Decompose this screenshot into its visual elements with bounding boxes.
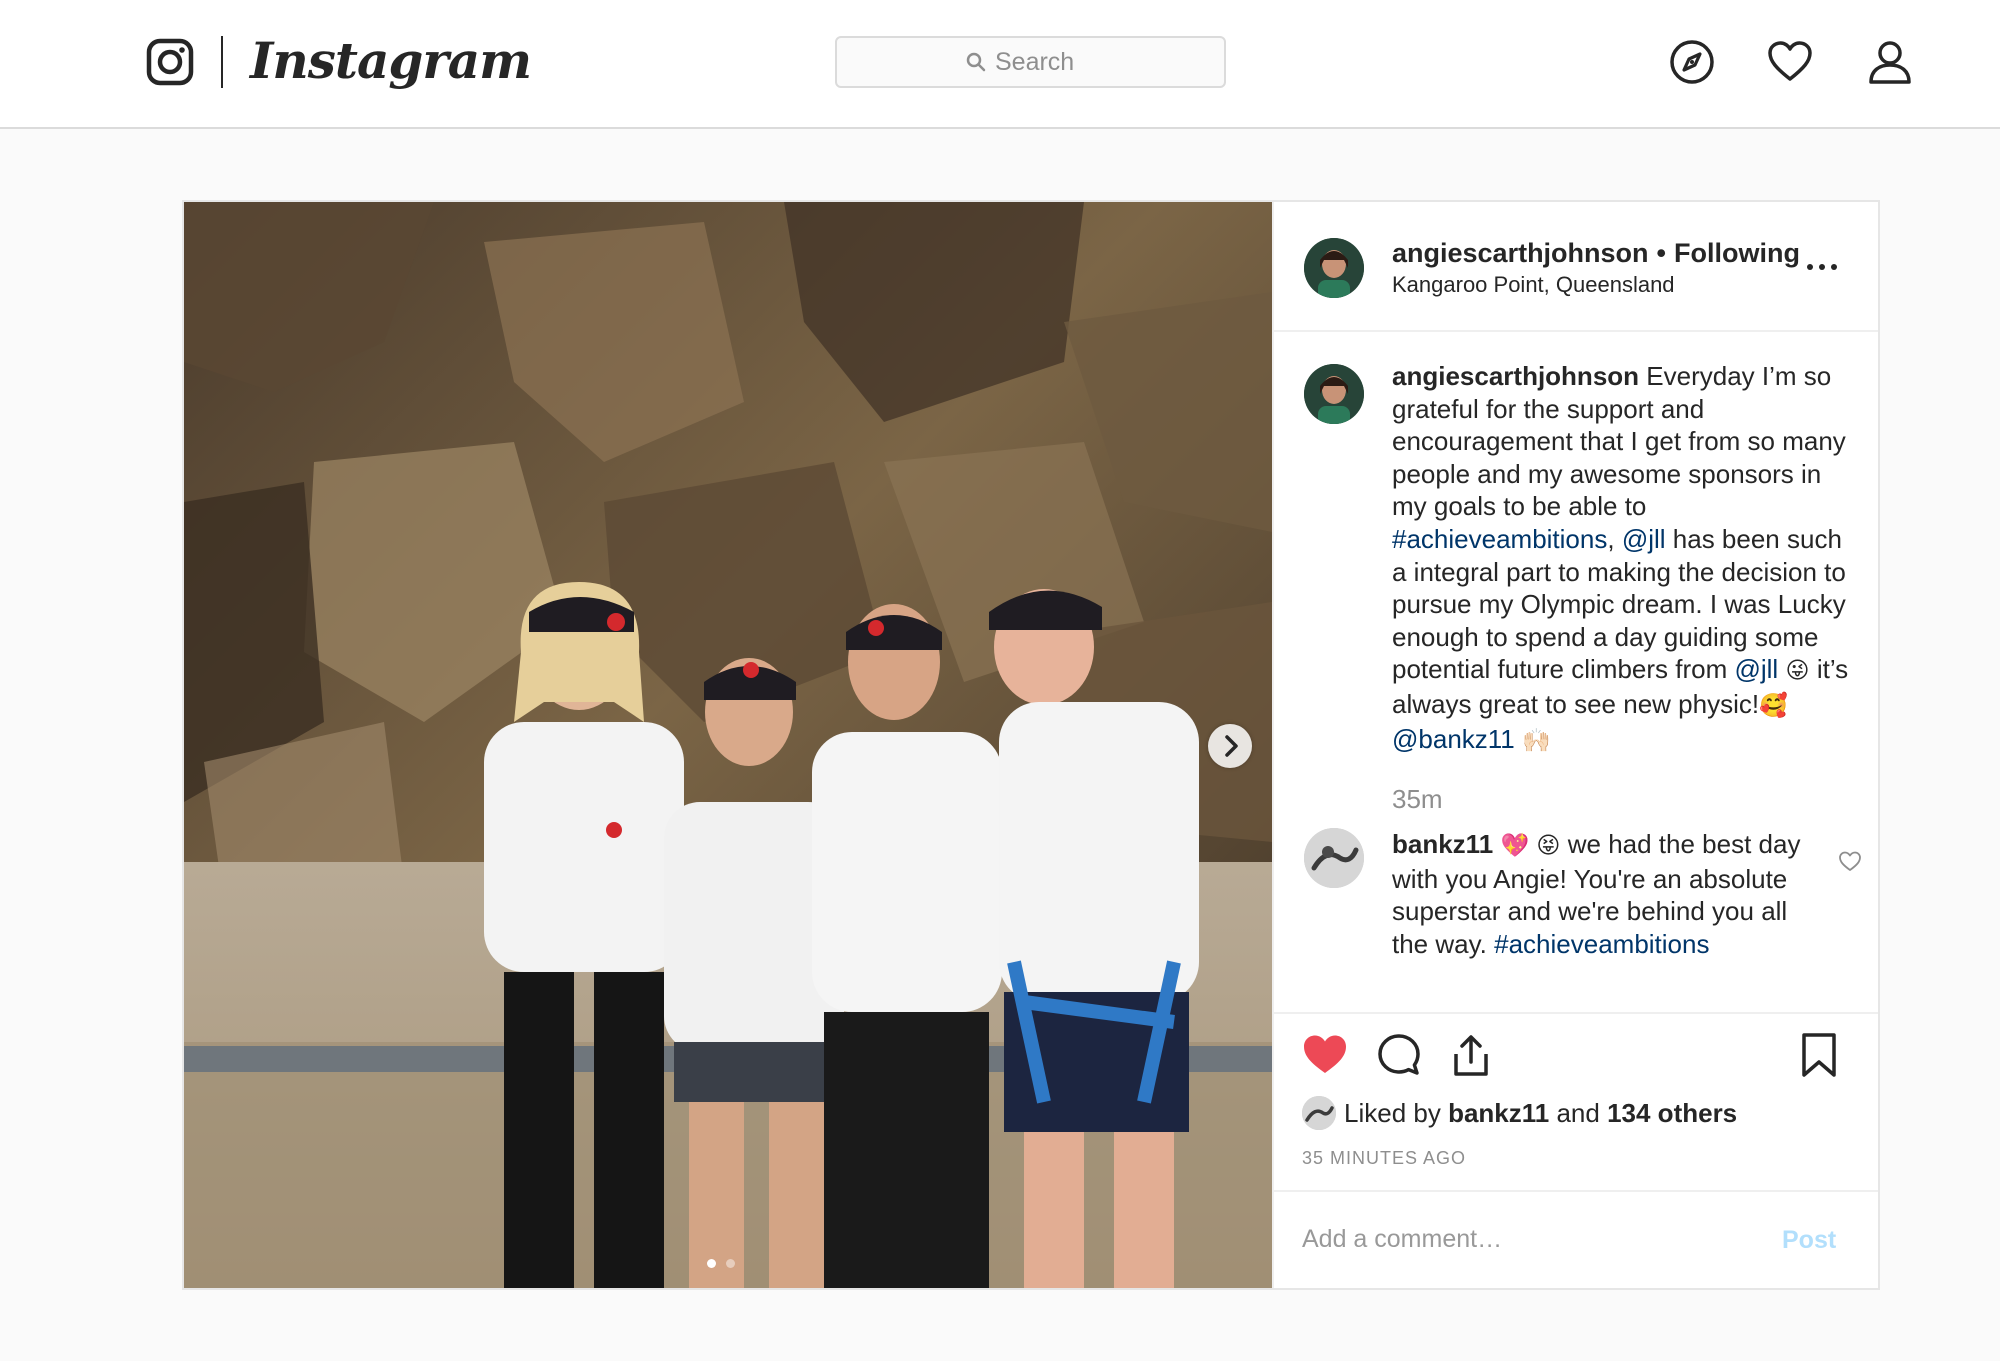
likes-summary: Liked by bankz11 and 134 others [1344, 1098, 1737, 1129]
instagram-wordmark[interactable]: Instagram [250, 28, 532, 94]
caption-username[interactable]: angiescarthjohnson [1392, 361, 1639, 391]
post-location[interactable]: Kangaroo Point, Queensland [1392, 272, 1675, 298]
liker-username[interactable]: bankz11 [1448, 1098, 1549, 1128]
avatar-image [1304, 364, 1364, 424]
search-icon [966, 52, 986, 72]
profile-icon[interactable] [1866, 38, 1914, 86]
author-avatar[interactable] [1304, 238, 1364, 298]
avatar-image [1302, 1096, 1336, 1130]
add-comment-bar: Post [1274, 1190, 1878, 1288]
follow-status[interactable]: Following [1674, 238, 1800, 268]
body-text: , [1607, 523, 1622, 554]
post-header: angiescarthjohnson • Following Kangaroo Po… [1274, 202, 1878, 332]
top-navigation-bar: Instagram [0, 0, 2000, 129]
post-card: angiescarthjohnson • Following Kangaroo Po… [182, 200, 1880, 1290]
likes-others-link[interactable]: 134 others [1607, 1098, 1737, 1128]
avatar-image [1304, 238, 1364, 298]
caption-body: Everyday I’m so grateful for the support… [1392, 361, 1848, 754]
post-comment-button[interactable]: Post [1782, 1226, 1836, 1255]
caption-text: angiescarthjohnson Everyday I’m so grate… [1392, 360, 1862, 757]
comment-text: bankz11 💖 😝 we had the best day with you… [1392, 828, 1822, 960]
chevron-right-icon [1225, 735, 1238, 757]
mention-link[interactable]: @jll [1622, 524, 1666, 554]
emoji-text: 🥰 [1759, 692, 1788, 719]
comment-bubble-icon[interactable] [1376, 1032, 1422, 1078]
carousel-dot [726, 1259, 736, 1268]
camera-logo-icon[interactable] [146, 38, 194, 86]
photo-image [184, 202, 1272, 1288]
post-sidebar: angiescarthjohnson • Following Kangaroo Po… [1272, 202, 1878, 1288]
share-upload-icon[interactable] [1448, 1032, 1494, 1078]
commenter-avatar[interactable] [1304, 828, 1364, 888]
mention-link[interactable]: @jll [1734, 654, 1778, 684]
activity-heart-icon[interactable] [1766, 38, 1814, 86]
hashtag-link[interactable]: #achieveambitions [1494, 929, 1709, 959]
post-age[interactable]: 35 MINUTES AGO [1302, 1148, 1466, 1169]
likes-prefix: Liked by [1344, 1098, 1449, 1128]
likes-middle: and [1549, 1098, 1608, 1128]
comment-like-heart-icon[interactable] [1838, 850, 1862, 874]
like-heart-filled-icon[interactable] [1302, 1032, 1348, 1078]
emoji-text: 💖 😝 [1493, 833, 1568, 859]
author-header-line: angiescarthjohnson • Following [1392, 238, 1800, 269]
caption-timestamp[interactable]: 35m [1392, 784, 1443, 815]
bookmark-save-icon[interactable] [1796, 1032, 1842, 1078]
mention-link[interactable]: @bankz11 [1392, 724, 1515, 754]
more-options-icon[interactable] [1802, 252, 1842, 282]
author-username[interactable]: angiescarthjohnson [1392, 238, 1649, 268]
carousel-next-button[interactable] [1208, 724, 1252, 768]
emoji-text: 😜 [1778, 658, 1817, 685]
explore-compass-icon[interactable] [1668, 38, 1716, 86]
carousel-indicator [704, 1255, 738, 1273]
carousel-dot-active [707, 1259, 716, 1268]
post-photo[interactable] [184, 202, 1272, 1288]
search-box[interactable] [835, 36, 1226, 88]
avatar-image [1304, 828, 1364, 888]
header-separator: • [1656, 238, 1666, 268]
liker-avatar[interactable] [1302, 1096, 1336, 1130]
caption-avatar[interactable] [1304, 364, 1364, 424]
logo-divider [221, 36, 223, 88]
emoji-text: 🙌🏻 [1514, 727, 1551, 754]
hashtag-link[interactable]: #achieveambitions [1392, 524, 1607, 554]
search-input[interactable] [995, 38, 1195, 86]
comment-username[interactable]: bankz11 [1392, 829, 1493, 859]
add-comment-input[interactable] [1302, 1216, 1762, 1262]
post-actions: Liked by bankz11 and 134 others 35 MINUT… [1274, 1012, 1878, 1190]
comments-section: angiescarthjohnson Everyday I’m so grate… [1274, 332, 1878, 1012]
